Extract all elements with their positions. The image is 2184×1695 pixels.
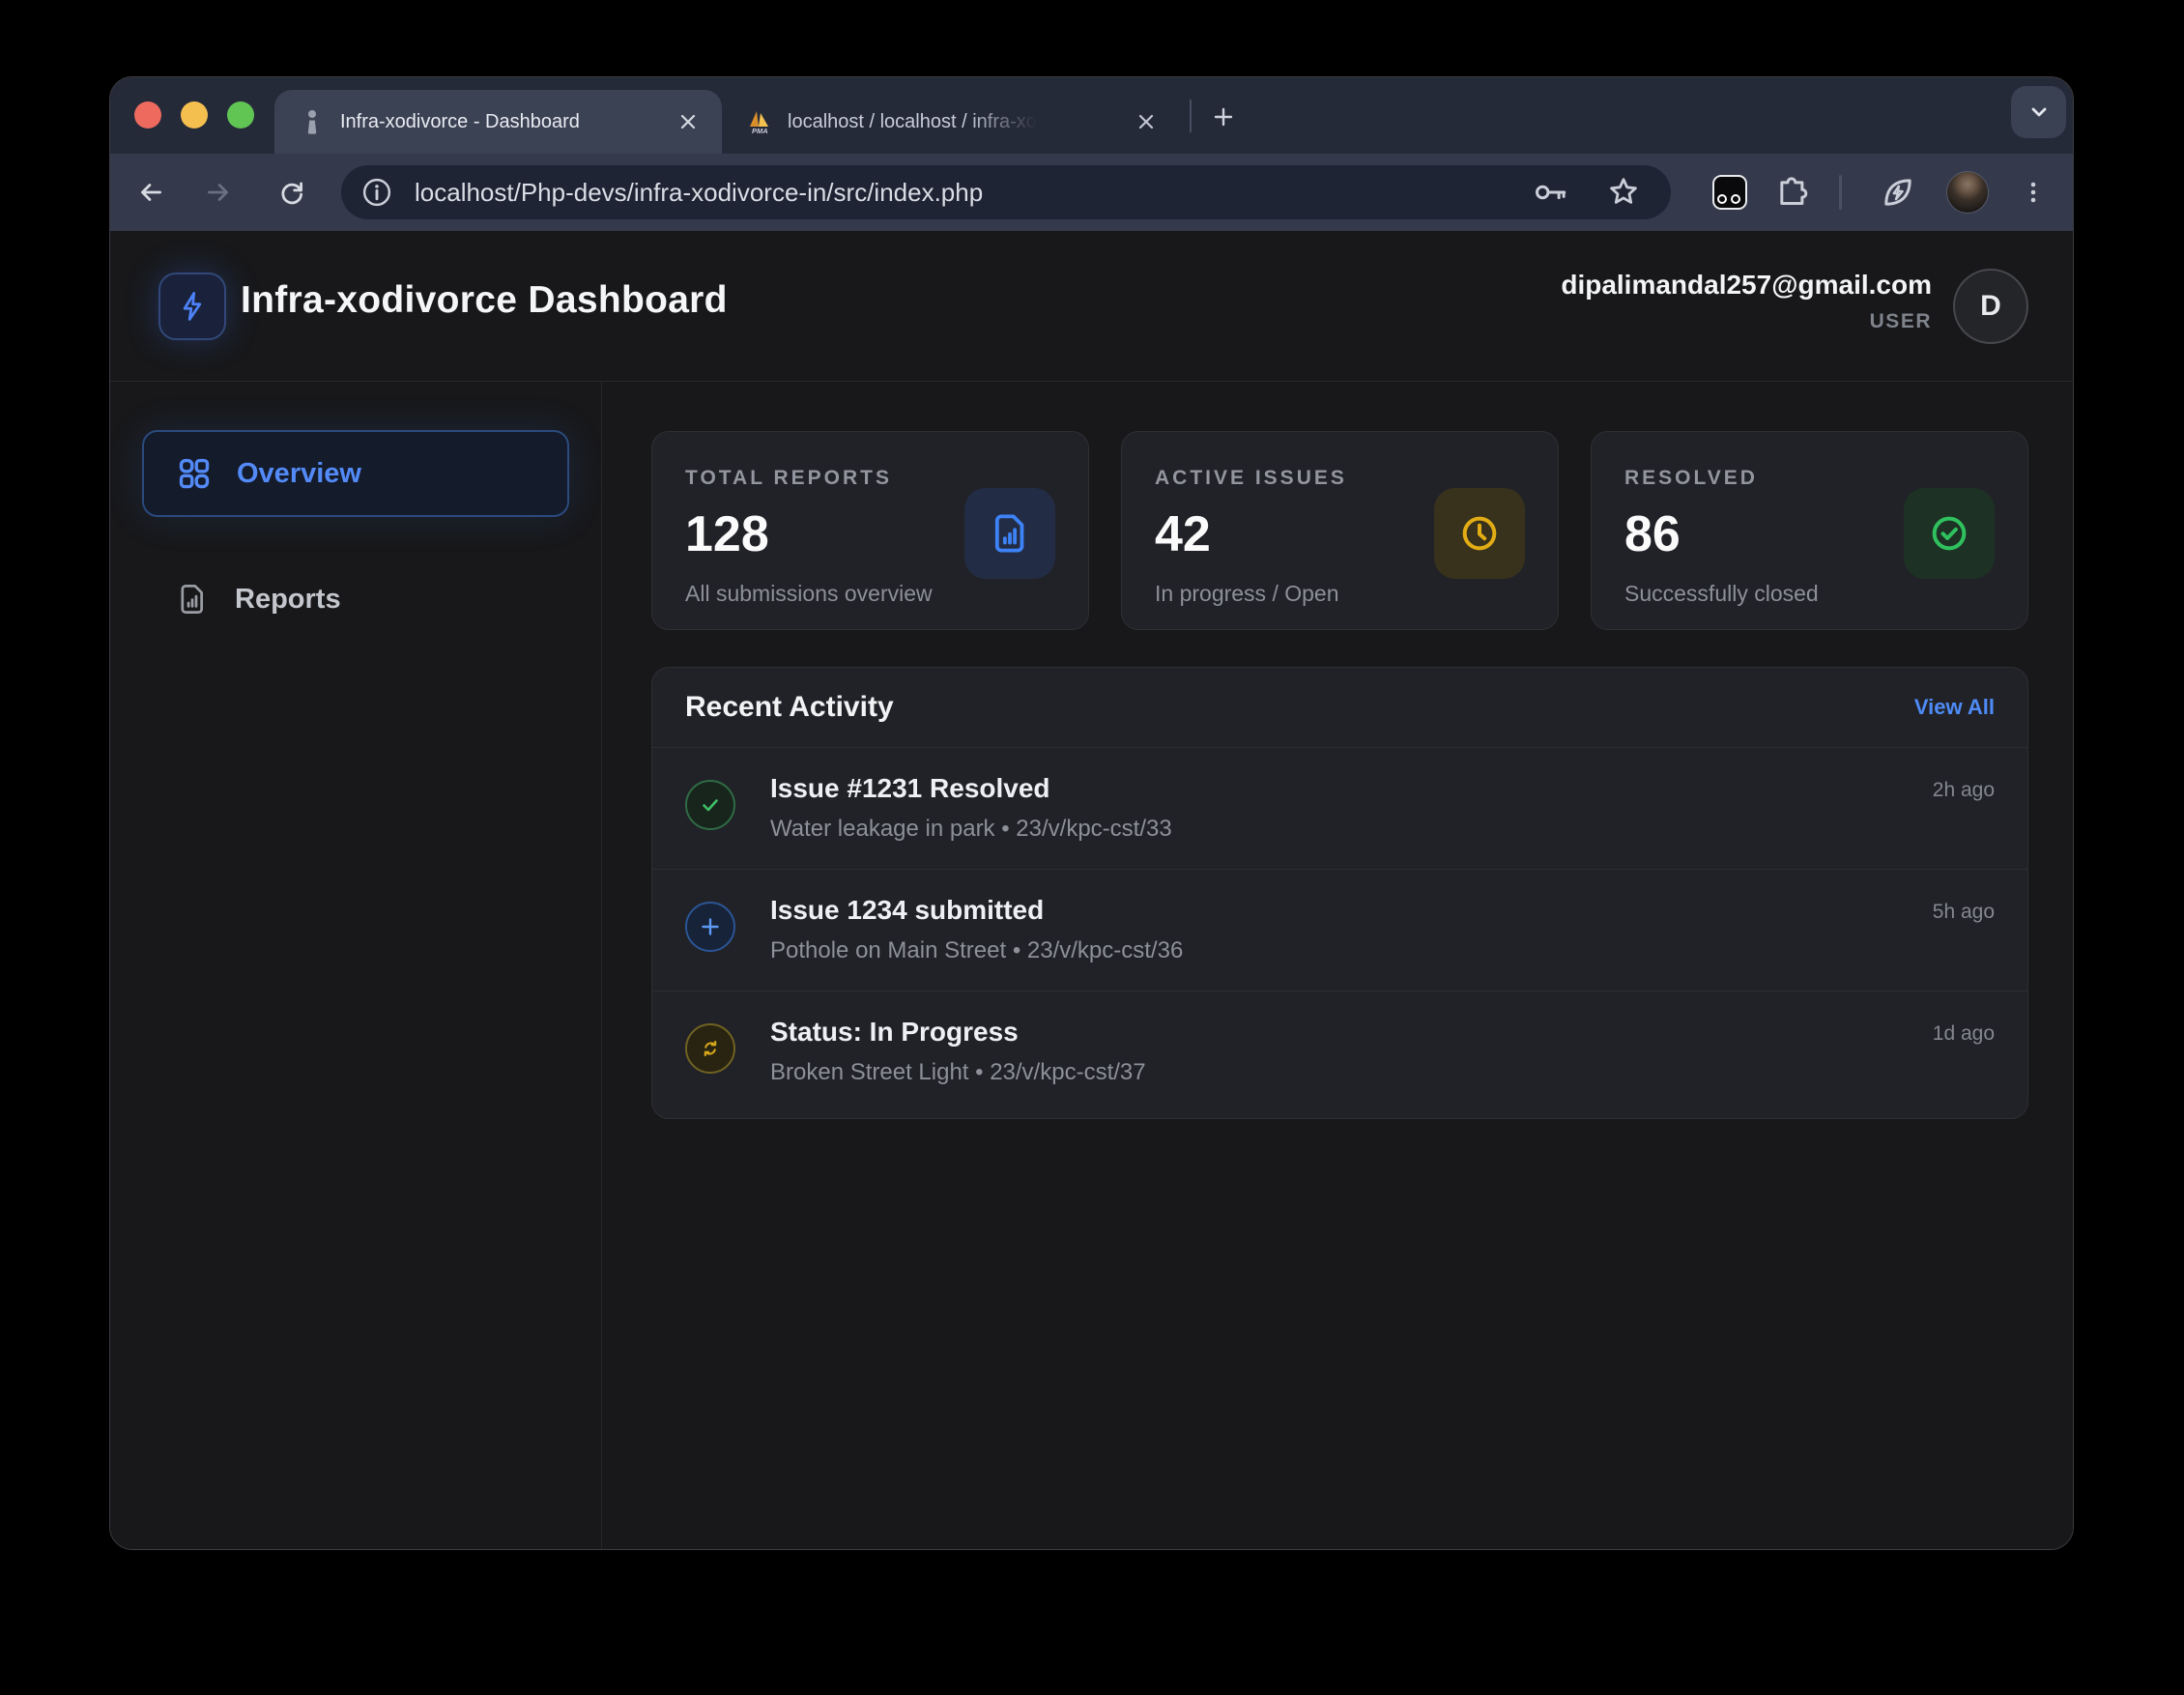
minimize-window-button[interactable] xyxy=(181,101,208,129)
plus-icon xyxy=(685,902,735,952)
close-window-button[interactable] xyxy=(134,101,161,129)
check-circle-icon xyxy=(1904,488,1995,579)
site-info-favicon xyxy=(300,109,325,134)
recent-activity-header: Recent Activity View All xyxy=(652,668,2027,747)
tab-title: localhost / localhost / infra-xo xyxy=(788,111,1037,133)
stat-card-total-reports: TOTAL REPORTS 128 All submissions overvi… xyxy=(651,431,1089,630)
sidebar-item-overview[interactable]: Overview xyxy=(142,430,569,517)
tab-phpmyadmin[interactable]: PMA localhost / localhost / infra-xo xyxy=(722,90,1180,154)
kebab-menu-icon xyxy=(2019,178,2048,207)
url-text[interactable]: localhost/Php-devs/infra-xodivorce-in/sr… xyxy=(415,178,1532,208)
address-bar[interactable]: localhost/Php-devs/infra-xodivorce-in/sr… xyxy=(341,165,1671,219)
performance-button[interactable] xyxy=(1871,165,1925,219)
document-chart-icon xyxy=(964,488,1055,579)
app-logo xyxy=(158,273,226,340)
back-button[interactable] xyxy=(124,165,178,219)
new-tab-button[interactable] xyxy=(1205,99,1242,135)
grid-icon xyxy=(177,456,212,491)
maximize-window-button[interactable] xyxy=(227,101,254,129)
close-tab-icon[interactable] xyxy=(1130,105,1163,138)
tab-strip: Infra-xodivorce - Dashboard PMA localhos… xyxy=(110,77,2073,154)
user-email: dipalimandal257@gmail.com xyxy=(1561,270,1932,301)
user-avatar[interactable]: D xyxy=(1953,269,2028,344)
main-content: TOTAL REPORTS 128 All submissions overvi… xyxy=(602,382,2073,1550)
activity-description: Broken Street Light • 23/v/kpc-cst/37 xyxy=(770,1059,1933,1086)
check-icon xyxy=(685,780,735,830)
activity-description: Pothole on Main Street • 23/v/kpc-cst/36 xyxy=(770,937,1933,964)
sidebar: Overview Reports xyxy=(110,382,602,1550)
view-all-link[interactable]: View All xyxy=(1914,695,1995,720)
back-icon xyxy=(135,177,166,208)
phpmyadmin-favicon: PMA xyxy=(747,109,772,134)
tab-dashboard[interactable]: Infra-xodivorce - Dashboard xyxy=(274,90,722,154)
toolbar-separator xyxy=(1839,175,1842,210)
activity-description: Water leakage in park • 23/v/kpc-cst/33 xyxy=(770,816,1933,843)
tab-separator xyxy=(1190,100,1192,132)
activity-timestamp: 5h ago xyxy=(1933,901,1995,924)
close-tab-icon[interactable] xyxy=(672,105,704,138)
stat-card-resolved: RESOLVED 86 Successfully closed xyxy=(1591,431,2028,630)
activity-row-submitted[interactable]: Issue 1234 submitted Pothole on Main Str… xyxy=(652,869,2027,991)
forward-icon xyxy=(203,177,234,208)
password-key-icon[interactable] xyxy=(1532,173,1570,212)
svg-text:PMA: PMA xyxy=(752,127,768,134)
browser-window: Infra-xodivorce - Dashboard PMA localhos… xyxy=(109,76,2074,1550)
browser-toolbar: localhost/Php-devs/infra-xodivorce-in/sr… xyxy=(110,154,2073,231)
stat-label: TOTAL REPORTS xyxy=(685,467,1088,490)
extension-oo-button[interactable] xyxy=(1703,165,1757,219)
recent-activity-title: Recent Activity xyxy=(685,691,894,724)
refresh-icon xyxy=(685,1023,735,1074)
dashboard-page: Infra-xodivorce Dashboard dipalimandal25… xyxy=(110,231,2073,1550)
bookmark-star-icon[interactable] xyxy=(1605,174,1642,211)
activity-title: Status: In Progress xyxy=(770,1017,1933,1048)
extensions-puzzle-icon xyxy=(1773,174,1810,211)
stat-card-active-issues: ACTIVE ISSUES 42 In progress / Open xyxy=(1121,431,1559,630)
extension-oo-icon xyxy=(1712,175,1747,210)
clock-icon xyxy=(1434,488,1525,579)
stat-description: All submissions overview xyxy=(685,581,1088,607)
sidebar-item-reports[interactable]: Reports xyxy=(142,556,569,643)
activity-row-in-progress[interactable]: Status: In Progress Broken Street Light … xyxy=(652,991,2027,1118)
lightning-bolt-icon xyxy=(175,289,210,324)
activity-timestamp: 2h ago xyxy=(1933,779,1995,802)
file-chart-icon xyxy=(175,582,210,617)
forward-button[interactable] xyxy=(191,165,245,219)
browser-profile-button[interactable] xyxy=(1940,165,1995,219)
extensions-button[interactable] xyxy=(1765,165,1819,219)
activity-timestamp: 1d ago xyxy=(1933,1022,1995,1046)
site-info-icon[interactable] xyxy=(359,174,395,211)
profile-avatar xyxy=(1946,171,1989,214)
reload-icon xyxy=(276,177,307,208)
chevron-down-icon xyxy=(2026,100,2052,125)
user-role-badge: USER xyxy=(1561,310,1932,333)
browser-menu-button[interactable] xyxy=(2006,165,2060,219)
stat-label: RESOLVED xyxy=(1624,467,2027,490)
sidebar-item-label: Overview xyxy=(237,458,361,490)
window-controls xyxy=(134,101,254,129)
stat-label: ACTIVE ISSUES xyxy=(1155,467,1558,490)
page-header: Infra-xodivorce Dashboard dipalimandal25… xyxy=(110,231,2073,382)
activity-title: Issue #1231 Resolved xyxy=(770,773,1933,804)
activity-row-resolved[interactable]: Issue #1231 Resolved Water leakage in pa… xyxy=(652,747,2027,869)
tab-search-button[interactable] xyxy=(2011,86,2066,138)
page-title: Infra-xodivorce Dashboard xyxy=(241,279,728,322)
performance-leaf-icon xyxy=(1879,173,1917,212)
user-info: dipalimandal257@gmail.com USER xyxy=(1561,270,1932,333)
stats-row: TOTAL REPORTS 128 All submissions overvi… xyxy=(651,431,2028,630)
recent-activity-panel: Recent Activity View All Issue #1231 Res… xyxy=(651,667,2028,1119)
tab-title: Infra-xodivorce - Dashboard xyxy=(340,111,580,133)
stat-description: In progress / Open xyxy=(1155,581,1558,607)
sidebar-item-label: Reports xyxy=(235,584,341,616)
reload-button[interactable] xyxy=(265,165,319,219)
stat-description: Successfully closed xyxy=(1624,581,2027,607)
activity-title: Issue 1234 submitted xyxy=(770,895,1933,926)
